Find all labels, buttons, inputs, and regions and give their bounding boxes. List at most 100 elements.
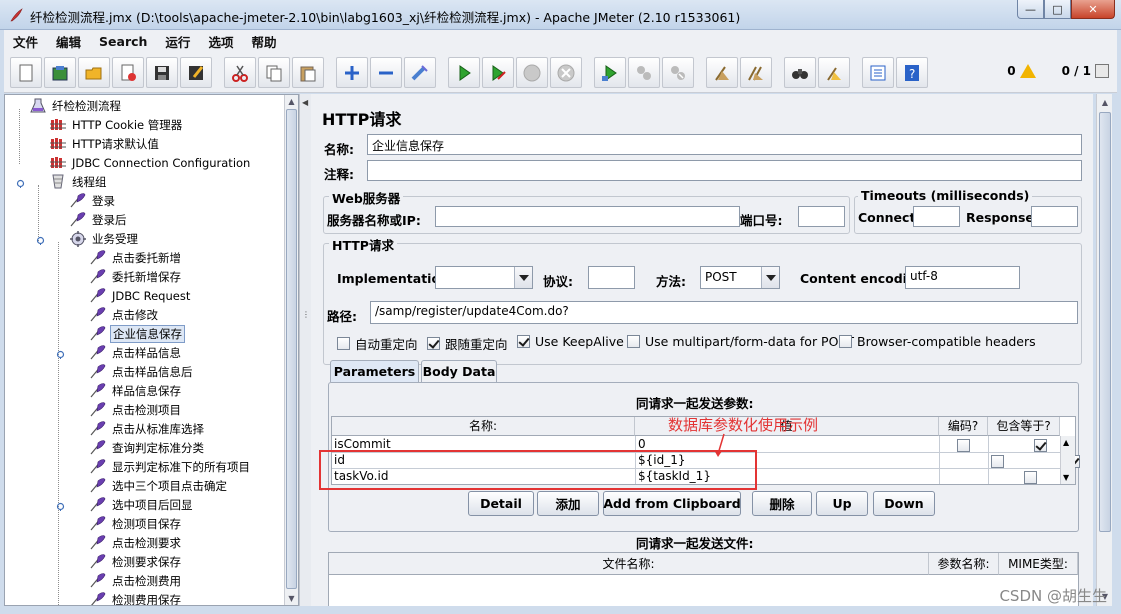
panel-scroll-thumb[interactable]: [1099, 112, 1111, 532]
splitter-left-arrow-icon[interactable]: ◀: [302, 98, 308, 107]
menu-edit[interactable]: 编辑: [47, 32, 90, 51]
chevron-down-icon[interactable]: [761, 267, 779, 288]
delete-button[interactable]: 删除: [752, 491, 812, 516]
panel-scrollbar[interactable]: ▲ ▼: [1096, 94, 1112, 606]
stop-icon[interactable]: [516, 57, 548, 88]
help-icon[interactable]: ?: [896, 57, 928, 88]
tree-item-jdbc-request[interactable]: JDBC Request: [89, 286, 192, 305]
copy-icon[interactable]: [258, 57, 290, 88]
function-helper-icon[interactable]: [862, 57, 894, 88]
files-table[interactable]: 文件名称: 参数名称: MIME类型:: [328, 552, 1079, 606]
save-icon[interactable]: [146, 57, 178, 88]
menu-file[interactable]: 文件: [4, 32, 47, 51]
tree-item[interactable]: 点击修改: [89, 305, 160, 324]
tree-scrollbar[interactable]: ▲ ▼: [284, 95, 298, 605]
paste-icon[interactable]: [292, 57, 324, 88]
tab-body-data[interactable]: Body Data: [421, 360, 497, 382]
tree-item[interactable]: 点击样品信息后: [89, 362, 195, 381]
shutdown-icon[interactable]: [550, 57, 582, 88]
scroll-down-arrow-icon[interactable]: ▼: [1063, 473, 1069, 482]
tree-item[interactable]: 选中项目后回显: [89, 495, 195, 514]
col-mime-type-header[interactable]: MIME类型:: [999, 553, 1078, 575]
new-icon[interactable]: [10, 57, 42, 88]
path-field[interactable]: /samp/register/update4Com.do?: [370, 301, 1078, 324]
tree-item[interactable]: 检测费用保存: [89, 590, 183, 605]
name-field[interactable]: 企业信息保存: [367, 134, 1082, 155]
tree-scroll-thumb[interactable]: [286, 109, 297, 589]
tree-item[interactable]: 点击委托新增: [89, 248, 183, 267]
add-button[interactable]: 添加: [537, 491, 599, 516]
menu-search[interactable]: Search: [90, 34, 156, 49]
tree-item[interactable]: 登录后: [69, 210, 129, 229]
protocol-field[interactable]: [588, 266, 635, 289]
remote-shutdown-icon[interactable]: [662, 57, 694, 88]
tree-item[interactable]: 点击从标准库选择: [89, 419, 206, 438]
tab-parameters[interactable]: Parameters: [330, 360, 419, 382]
tree-expander-icon[interactable]: [56, 348, 65, 359]
implementation-select[interactable]: [435, 266, 533, 289]
server-name-field[interactable]: [435, 206, 740, 227]
tree-item[interactable]: 委托新增保存: [89, 267, 183, 286]
tree-item[interactable]: 业务受理: [69, 229, 140, 248]
tree-item[interactable]: 显示判定标准下的所有项目: [89, 457, 252, 476]
tree-expander-icon[interactable]: [4, 101, 5, 110]
menu-help[interactable]: 帮助: [242, 32, 285, 51]
save-as-icon[interactable]: [180, 57, 212, 88]
tree-item[interactable]: 登录: [69, 191, 117, 210]
remote-stop-icon[interactable]: [628, 57, 660, 88]
maximize-button[interactable]: □: [1044, 0, 1071, 19]
tree-item[interactable]: 点击检测要求: [89, 533, 183, 552]
param-encode-checkbox[interactable]: [1024, 471, 1038, 484]
content-encoding-field[interactable]: utf-8: [905, 266, 1020, 289]
window-titlebar[interactable]: 纤检检测流程.jmx (D:\tools\apache-jmeter-2.10\…: [0, 0, 1121, 30]
auto-redirect-checkbox[interactable]: [337, 337, 350, 350]
menu-run[interactable]: 运行: [156, 32, 199, 51]
detail-button[interactable]: Detail: [468, 491, 534, 516]
close-file-icon[interactable]: [112, 57, 144, 88]
minimize-button[interactable]: —: [1017, 0, 1044, 19]
multipart-checkbox[interactable]: [627, 335, 640, 348]
option-follow-redirects[interactable]: 跟随重定向: [427, 334, 508, 353]
tree-item[interactable]: 选中三个项目点击确定: [89, 476, 229, 495]
option-auto-redirect[interactable]: 自动重定向: [337, 334, 418, 353]
col-file-name-header[interactable]: 文件名称:: [329, 553, 929, 575]
tree-item-http-cookie[interactable]: HTTP Cookie 管理器: [49, 115, 184, 134]
down-button[interactable]: Down: [873, 491, 935, 516]
tree-item-jdbc-connection-configuration[interactable]: JDBC Connection Configuration: [49, 153, 252, 172]
param-name-cell[interactable]: isCommit: [332, 437, 632, 451]
menu-options[interactable]: 选项: [199, 32, 242, 51]
toggle-icon[interactable]: [404, 57, 436, 88]
params-table-scrollbar[interactable]: ▲ ▼: [1060, 436, 1075, 484]
response-timeout-field[interactable]: [1031, 206, 1078, 227]
param-value-cell[interactable]: 0: [636, 437, 936, 451]
tree-expander-icon[interactable]: [16, 177, 25, 188]
col-name-header[interactable]: 名称:: [332, 417, 635, 436]
tree-item[interactable]: 点击检测项目: [89, 400, 183, 419]
tree-item[interactable]: 纤检检测流程: [29, 96, 123, 115]
up-button[interactable]: Up: [816, 491, 868, 516]
col-include-equals-header[interactable]: 包含等于?: [988, 417, 1060, 436]
method-select[interactable]: POST: [700, 266, 780, 289]
tree-item[interactable]: 样品信息保存: [89, 381, 183, 400]
scroll-up-arrow-icon[interactable]: ▲: [1063, 438, 1069, 447]
remote-start-icon[interactable]: [594, 57, 626, 88]
clear-icon[interactable]: [706, 57, 738, 88]
tree-item[interactable]: 点击检测费用: [89, 571, 183, 590]
warning-icon[interactable]: [1019, 64, 1036, 78]
param-include-equals-checkbox[interactable]: [1033, 439, 1047, 452]
open-icon[interactable]: [78, 57, 110, 88]
tree-item[interactable]: 线程组: [49, 172, 109, 191]
param-encode-checkbox[interactable]: [990, 455, 1004, 468]
tree-expander-icon[interactable]: [36, 234, 45, 245]
scroll-up-arrow-icon[interactable]: ▲: [285, 95, 298, 108]
search-icon[interactable]: [784, 57, 816, 88]
connect-timeout-field[interactable]: [913, 206, 960, 227]
cut-icon[interactable]: [224, 57, 256, 88]
start-no-pause-icon[interactable]: [482, 57, 514, 88]
comment-field[interactable]: [367, 160, 1082, 181]
collapse-icon[interactable]: [370, 57, 402, 88]
option-keepalive[interactable]: Use KeepAlive: [517, 334, 624, 349]
tree-expander-icon[interactable]: [56, 500, 65, 511]
pane-splitter[interactable]: ◀ ⋮: [299, 94, 311, 606]
tree-item[interactable]: 点击样品信息: [89, 343, 183, 362]
